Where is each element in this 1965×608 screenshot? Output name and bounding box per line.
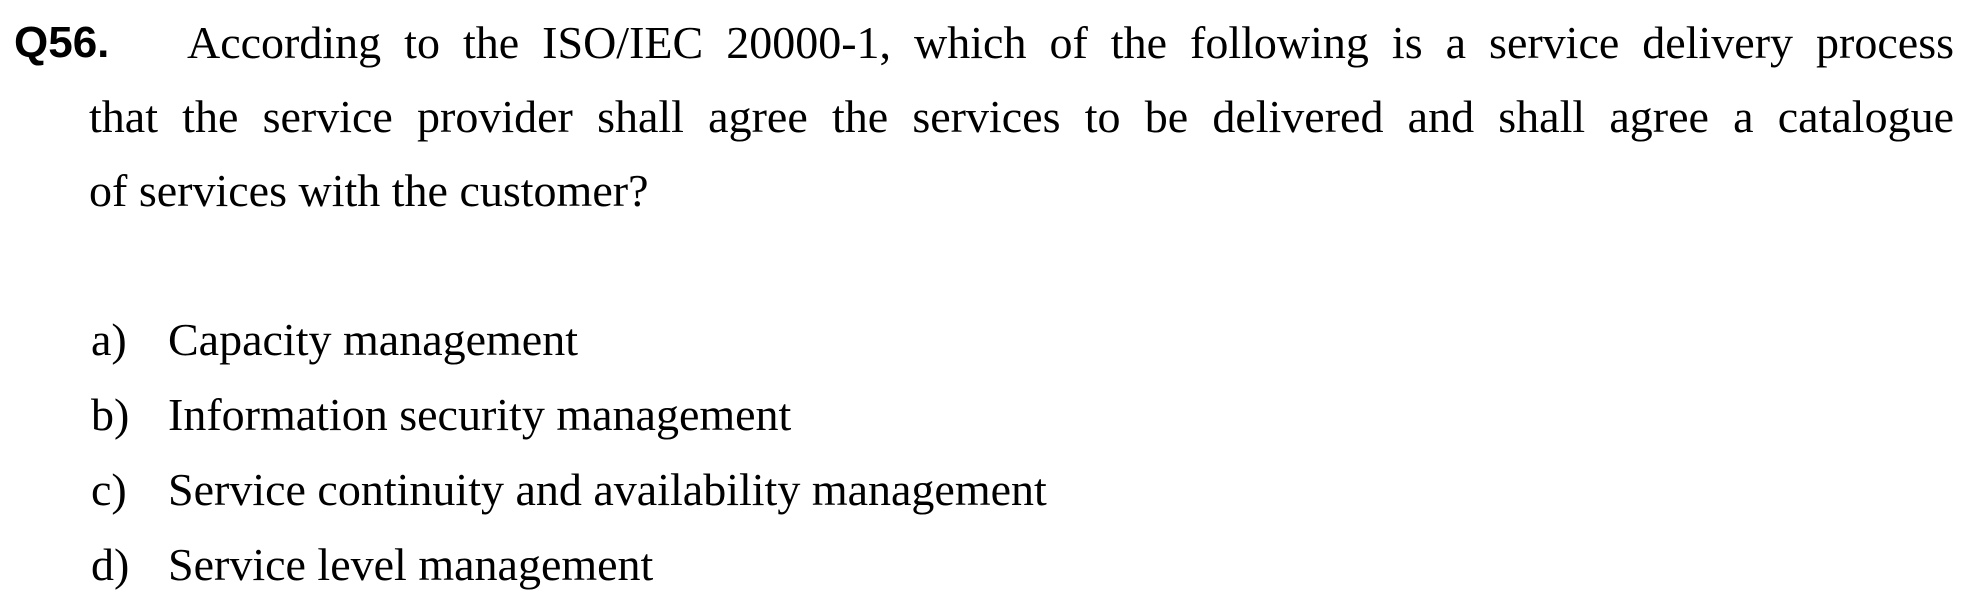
option-text: Service level management <box>168 539 654 590</box>
question-text-line-3: of services with the customer? <box>89 165 649 216</box>
option-letter: a) <box>91 314 127 365</box>
option-text: Information security management <box>168 389 792 440</box>
option-c[interactable]: c) Service continuity and availability m… <box>91 452 1047 527</box>
option-letter: c) <box>91 464 127 515</box>
option-letter: d) <box>91 539 130 590</box>
option-d[interactable]: d) Service level management <box>91 527 1047 602</box>
option-b[interactable]: b) Information security management <box>91 377 1047 452</box>
question-line-1: Q56. According to the ISO/IEC 20000-1, w… <box>14 6 1954 80</box>
question-number: Q56. <box>14 18 110 67</box>
question-line-2: that the service provider shall agree th… <box>89 80 1954 154</box>
question-text-line-1: According to the ISO/IEC 20000-1, which … <box>187 17 1954 68</box>
option-a[interactable]: a) Capacity management <box>91 302 1047 377</box>
question-text-line-2: that the service provider shall agree th… <box>89 91 1954 142</box>
option-text: Service continuity and availability mana… <box>168 464 1047 515</box>
question-stem: Q56. According to the ISO/IEC 20000-1, w… <box>14 6 1954 228</box>
option-letter: b) <box>91 389 130 440</box>
answer-options: a) Capacity management b) Information se… <box>91 302 1047 602</box>
question-line-3: of services with the customer? <box>89 154 1954 228</box>
option-text: Capacity management <box>168 314 579 365</box>
